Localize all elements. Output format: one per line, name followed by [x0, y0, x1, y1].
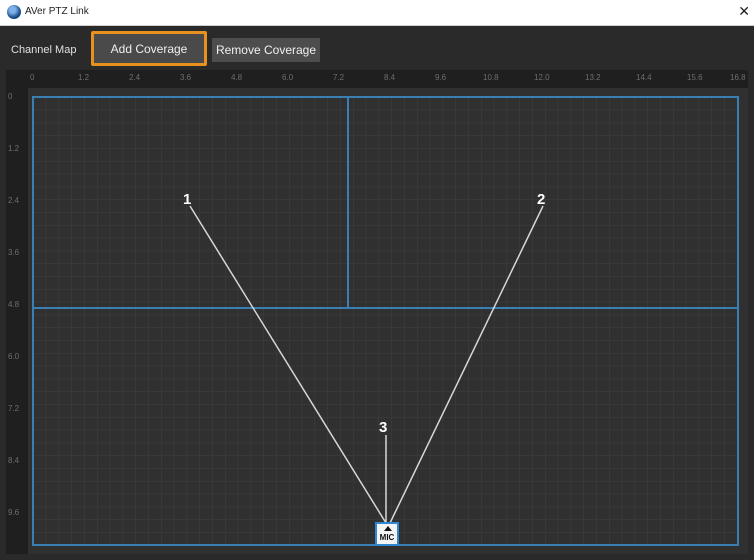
arrow-up-icon — [384, 526, 392, 531]
channel-map-canvas — [28, 88, 748, 554]
mic-label: MIC — [379, 533, 395, 542]
mic-icon[interactable]: MIC — [375, 522, 399, 546]
pointer-label-2: 2 — [537, 191, 546, 208]
pointer-label-1: 1 — [183, 191, 192, 208]
pointer-label-3: 3 — [379, 419, 388, 436]
